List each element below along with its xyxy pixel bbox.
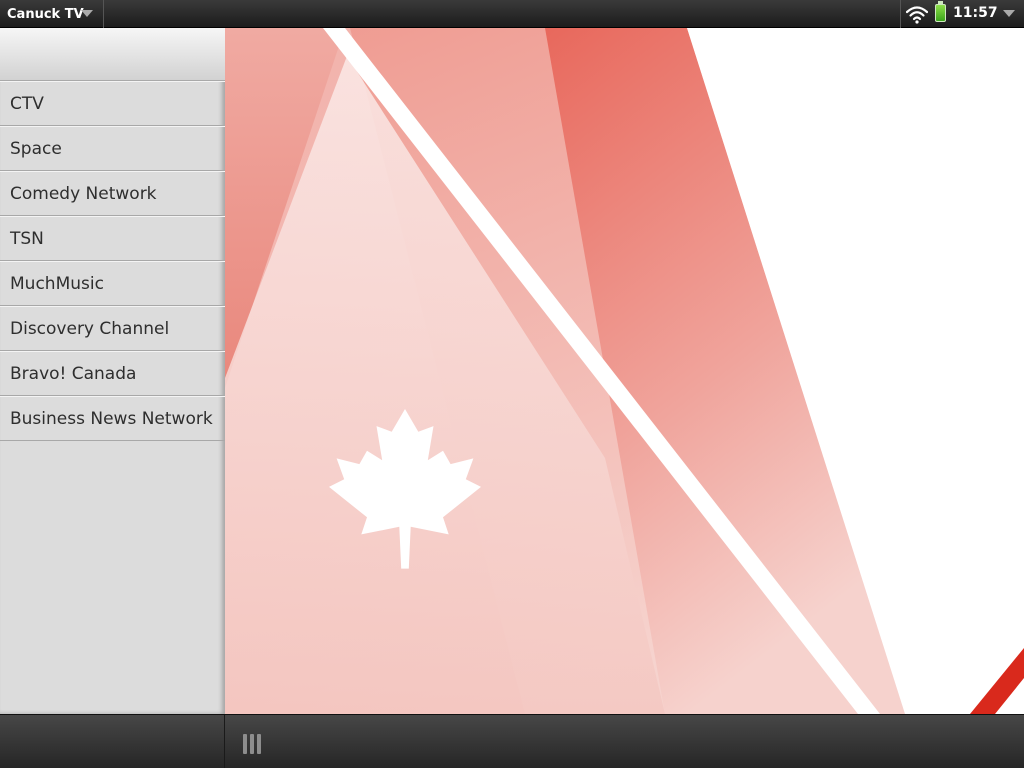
sidebar-toolbar xyxy=(0,715,225,768)
sidebar-item-business-news-network[interactable]: Business News Network xyxy=(0,396,225,441)
system-menu-button[interactable]: 11:57 xyxy=(900,0,1024,28)
drag-handle-icon[interactable] xyxy=(243,734,261,754)
splash-artwork xyxy=(225,28,1024,714)
chevron-down-icon xyxy=(1003,10,1015,17)
sidebar-item-label: TSN xyxy=(10,228,44,249)
clock: 11:57 xyxy=(953,5,998,21)
app-title: Canuck TV xyxy=(7,6,84,22)
sidebar-item-label: Business News Network xyxy=(10,408,213,429)
sidebar-item-tsn[interactable]: TSN xyxy=(0,216,225,261)
sidebar-item-label: CTV xyxy=(10,93,44,114)
sidebar-item-label: MuchMusic xyxy=(10,273,104,294)
red-ray-background xyxy=(225,28,1024,714)
status-bar: Canuck TV 11:57 xyxy=(0,0,1024,28)
chevron-down-icon xyxy=(81,10,93,17)
channel-list: CTV Space Comedy Network TSN MuchMusic D… xyxy=(0,81,225,441)
sidebar-item-label: Discovery Channel xyxy=(10,318,170,339)
sidebar-item-comedy-network[interactable]: Comedy Network xyxy=(0,171,225,216)
sidebar-item-ctv[interactable]: CTV xyxy=(0,81,225,126)
sidebar-item-label: Bravo! Canada xyxy=(10,363,137,384)
sidebar-item-bravo-canada[interactable]: Bravo! Canada xyxy=(0,351,225,396)
sidebar-item-space[interactable]: Space xyxy=(0,126,225,171)
sidebar-header xyxy=(0,28,225,81)
app-window: Canuck TV 11:57 CTV Space Comedy Network… xyxy=(0,0,1024,768)
sidebar-item-muchmusic[interactable]: MuchMusic xyxy=(0,261,225,306)
sidebar-item-discovery-channel[interactable]: Discovery Channel xyxy=(0,306,225,351)
wifi-icon xyxy=(906,6,928,24)
channel-sidebar: CTV Space Comedy Network TSN MuchMusic D… xyxy=(0,28,225,714)
sidebar-item-label: Comedy Network xyxy=(10,183,157,204)
app-menu-button[interactable]: Canuck TV xyxy=(0,0,104,28)
bottom-toolbar xyxy=(0,714,1024,768)
sidebar-item-label: Space xyxy=(10,138,62,159)
battery-icon xyxy=(935,1,946,22)
